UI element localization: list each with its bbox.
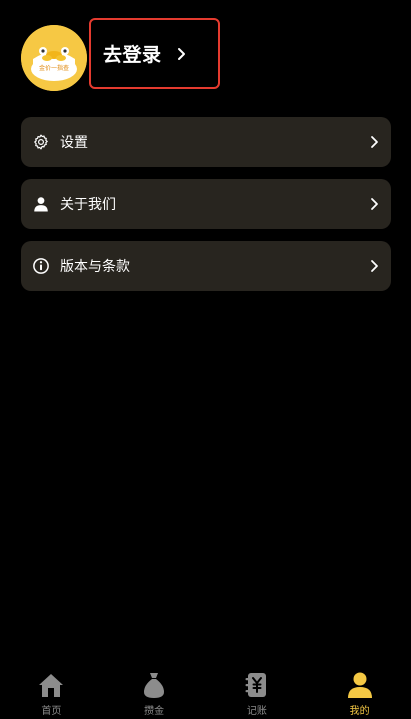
ledger-icon [245,673,266,697]
info-icon [32,257,50,275]
money-bag-icon [144,673,165,698]
menu-item-settings[interactable]: 设置 [21,117,391,167]
user-icon [32,195,50,213]
tab-home[interactable]: 首页 [0,661,103,719]
menu-item-label: 关于我们 [60,196,116,212]
avatar-text: 金价一指查 [39,64,69,72]
tab-label: 记账 [246,706,267,717]
tab-mine[interactable]: 我的 [308,661,411,719]
avatar[interactable]: 金价一指查 [21,25,87,91]
profile-icon [347,672,372,698]
chevron-right-icon [371,198,378,210]
gear-icon [32,133,50,151]
menu-item-about[interactable]: 关于我们 [21,179,391,229]
chevron-right-icon [177,47,185,60]
menu-item-label: 设置 [60,134,88,150]
login-label: 去登录 [103,45,162,66]
login-button[interactable]: 去登录 [89,18,220,89]
profile-screen: 金价一指查 去登录 设置 关于我们 版本与条款 首页 攒金 记账 我的 [0,0,411,719]
tab-save-gold[interactable]: 攒金 [103,661,206,719]
tab-label: 首页 [41,706,62,717]
menu-item-version-terms[interactable]: 版本与条款 [21,241,391,291]
menu-item-label: 版本与条款 [60,258,130,274]
bottom-tab-bar: 首页 攒金 记账 我的 [0,661,411,719]
tab-label: 攒金 [144,706,165,717]
chevron-right-icon [371,136,378,148]
home-icon [39,674,64,697]
tab-label: 我的 [349,706,370,717]
tab-ledger[interactable]: 记账 [206,661,309,719]
chevron-right-icon [371,260,378,272]
mascot-logo-icon: 金价一指查 [21,25,87,91]
